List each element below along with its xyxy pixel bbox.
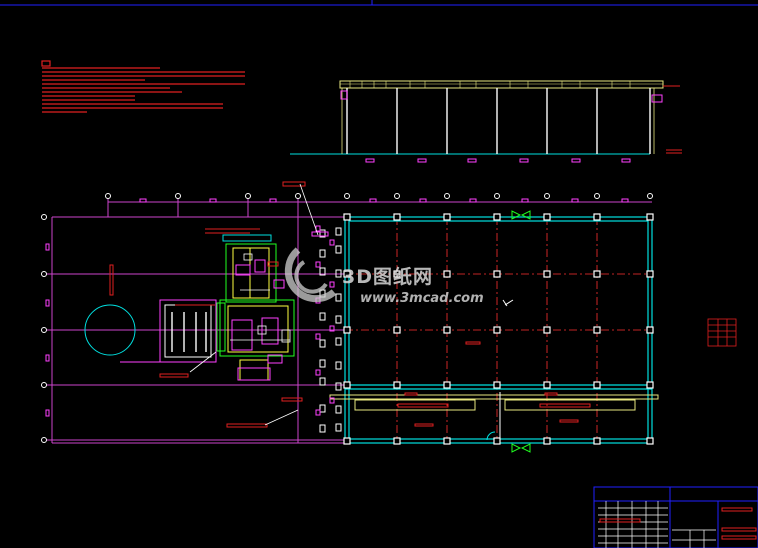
title-block <box>593 486 758 548</box>
elevation-view <box>290 80 682 163</box>
viewport-frame <box>0 0 758 6</box>
equipment-row <box>311 225 342 433</box>
process-equipment <box>84 228 295 381</box>
axis-bubbles <box>41 193 653 443</box>
general-notes <box>41 60 245 113</box>
legend-table <box>707 318 737 347</box>
watermark-url: www.3mcad.com <box>360 291 484 306</box>
plan-axis-grid <box>44 196 652 444</box>
building-plan <box>329 210 659 453</box>
watermark-logo-text: 3D图纸网 <box>342 266 433 288</box>
